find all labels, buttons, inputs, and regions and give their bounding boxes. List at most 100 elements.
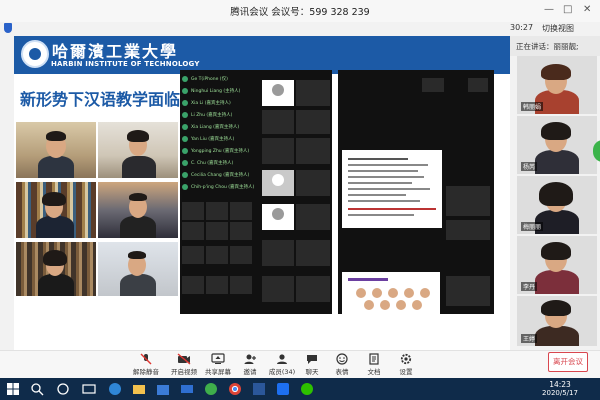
participant-entry: Xia Li (嘉宾主持人) bbox=[191, 101, 231, 106]
video-thumbnail bbox=[296, 240, 330, 266]
clock-date: 2020/5/17 bbox=[542, 389, 578, 397]
video-thumbnail bbox=[296, 138, 330, 164]
minimize-button[interactable]: — bbox=[544, 4, 554, 15]
participant-video[interactable]: 杨芮 bbox=[517, 116, 597, 174]
video-thumbnail bbox=[296, 276, 330, 302]
document-page bbox=[342, 272, 440, 314]
participant-entry: Li Zhu (嘉宾主持人) bbox=[191, 113, 233, 118]
speaker-tile bbox=[16, 182, 96, 238]
video-thumbnail bbox=[230, 276, 252, 294]
camera-off-icon bbox=[177, 353, 191, 365]
clock-time: 14:23 bbox=[549, 380, 571, 389]
participant-entry: Ninghui Liang (主持人) bbox=[191, 89, 241, 94]
security-shield-icon[interactable] bbox=[4, 23, 12, 33]
edge-browser-icon[interactable] bbox=[108, 382, 122, 396]
screenshot-panel: Ge T(iPhone (仅) Ninghui Liang (主持人) Xia … bbox=[180, 70, 332, 314]
participant-name: 梅丽丽 bbox=[521, 222, 544, 231]
video-thumbnail bbox=[206, 246, 228, 264]
chrome-icon[interactable] bbox=[228, 382, 242, 396]
emoji-icon bbox=[336, 353, 348, 365]
video-thumbnail bbox=[230, 202, 252, 220]
university-name-cn: 哈爾濱工業大學 bbox=[52, 42, 179, 61]
mail-icon[interactable] bbox=[180, 382, 194, 396]
participant-video[interactable]: 梅丽丽 bbox=[517, 176, 597, 234]
speaker-tile bbox=[98, 182, 178, 238]
speaker-tile bbox=[98, 242, 178, 296]
participant-name: 杨芮 bbox=[521, 162, 538, 171]
participant-entry: Ge T(iPhone (仅) bbox=[191, 77, 228, 82]
speaker-tile bbox=[98, 122, 178, 178]
document-page bbox=[342, 150, 442, 228]
slide-header: 哈爾濱工業大學 HARBIN INSTITUTE OF TECHNOLOGY bbox=[14, 36, 510, 74]
screen-share-icon bbox=[211, 353, 225, 364]
cortana-icon[interactable] bbox=[56, 382, 70, 396]
tencent-meeting-icon[interactable] bbox=[276, 382, 290, 396]
participant-entry: Yongping Zhu (嘉宾主持人) bbox=[191, 149, 250, 154]
video-thumbnail bbox=[446, 220, 490, 240]
active-speaker-label: 正在讲话：丽丽靓; bbox=[516, 42, 579, 51]
video-thumbnail bbox=[446, 186, 490, 216]
university-name-en: HARBIN INSTITUTE OF TECHNOLOGY bbox=[51, 60, 200, 68]
title-bar: 腾讯会议 会议号：599 328 239 — □ ✕ bbox=[0, 0, 600, 22]
video-thumbnail bbox=[262, 80, 294, 106]
video-thumbnail bbox=[262, 110, 294, 134]
document-screenshot-panel bbox=[338, 70, 494, 314]
windows-taskbar: 14:23 2020/5/17 bbox=[0, 378, 600, 400]
unmute-label: 解除静音 bbox=[133, 368, 159, 376]
participant-video[interactable]: 李丹 bbox=[517, 236, 597, 294]
search-icon[interactable] bbox=[30, 382, 44, 396]
file-explorer-icon[interactable] bbox=[132, 382, 146, 396]
participant-entry: Xia Liang (嘉宾主持人) bbox=[191, 125, 240, 130]
share-bar: 30:27 切换视图 bbox=[0, 22, 600, 36]
unmute-button[interactable]: 解除静音 bbox=[126, 353, 166, 376]
invite-icon bbox=[244, 354, 256, 364]
video-thumbnail bbox=[262, 240, 294, 266]
video-thumbnail bbox=[206, 222, 228, 240]
video-thumbnail bbox=[206, 202, 228, 220]
word-icon[interactable] bbox=[252, 382, 266, 396]
video-thumbnail bbox=[182, 202, 204, 220]
document-icon bbox=[369, 353, 379, 365]
video-thumbnail bbox=[468, 78, 488, 92]
participant-entry: Yan Liu (嘉宾主持人) bbox=[191, 137, 235, 142]
participant-video[interactable]: 韩丽娟 bbox=[517, 56, 597, 114]
settings-icon bbox=[400, 353, 412, 365]
speaker-tile bbox=[16, 242, 96, 296]
green-app-icon[interactable] bbox=[204, 382, 218, 396]
wechat-icon[interactable] bbox=[300, 382, 314, 396]
video-thumbnail bbox=[182, 222, 204, 240]
video-thumbnail bbox=[422, 78, 444, 92]
participant-entry: Cecilia Chang (嘉宾主持人) bbox=[191, 173, 250, 178]
switch-view-button[interactable]: 切换视图 bbox=[542, 23, 574, 34]
chat-icon bbox=[307, 355, 317, 364]
participant-video[interactable]: 王婷 bbox=[517, 296, 597, 346]
maximize-button[interactable]: □ bbox=[563, 4, 572, 15]
task-view-icon[interactable] bbox=[82, 382, 96, 396]
video-thumbnail bbox=[446, 276, 490, 306]
video-thumbnail bbox=[262, 276, 294, 302]
participant-name: 王婷 bbox=[521, 334, 538, 343]
participant-name: 韩丽娟 bbox=[521, 102, 544, 111]
video-thumbnail bbox=[230, 246, 252, 264]
video-thumbnail bbox=[230, 222, 252, 240]
settings-label: 设置 bbox=[399, 368, 413, 376]
video-thumbnail bbox=[262, 170, 294, 196]
video-thumbnail bbox=[182, 246, 204, 264]
meeting-toolbar: 解除静音 开启视频 共享屏幕 邀请 成员(34) 聊天 表情 文档 设置 bbox=[0, 350, 600, 378]
video-thumbnail bbox=[296, 170, 330, 196]
video-thumbnail bbox=[182, 276, 204, 294]
leave-meeting-button[interactable]: 离开会议 bbox=[548, 352, 588, 372]
video-thumbnail bbox=[262, 138, 294, 164]
meeting-window: 腾讯会议 会议号：599 328 239 — □ ✕ 30:27 切换视图 哈爾… bbox=[0, 0, 600, 400]
video-thumbnail bbox=[296, 80, 330, 106]
video-thumbnail bbox=[296, 204, 330, 230]
window-title: 腾讯会议 会议号：599 328 239 bbox=[230, 7, 370, 18]
members-icon bbox=[277, 354, 287, 364]
close-button[interactable]: ✕ bbox=[583, 4, 591, 15]
windows-start-icon[interactable] bbox=[6, 382, 20, 396]
video-thumbnail bbox=[262, 204, 294, 230]
mic-muted-icon bbox=[140, 353, 152, 365]
university-emblem-icon bbox=[21, 40, 49, 68]
store-icon[interactable] bbox=[156, 382, 170, 396]
settings-button[interactable]: 设置 bbox=[386, 353, 426, 376]
